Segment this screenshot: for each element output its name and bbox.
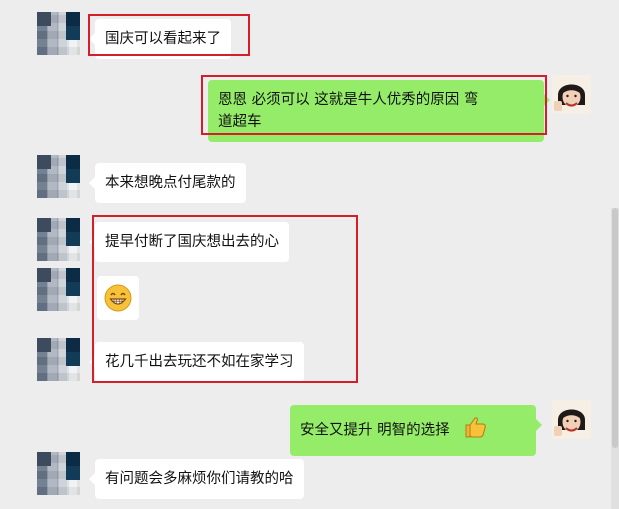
- message-text: 有问题会多麻烦你们请教的哈: [105, 471, 294, 487]
- grinning-face-icon: [104, 284, 132, 312]
- scrollbar-thumb[interactable]: [612, 208, 618, 448]
- message-bubble[interactable]: 国庆可以看起来了: [89, 19, 231, 59]
- message-text-line: 道超车: [218, 114, 262, 130]
- user-avatar[interactable]: [552, 400, 591, 439]
- message-bubble[interactable]: 花几千出去玩还不如在家学习: [89, 342, 304, 382]
- scrollbar[interactable]: [611, 208, 619, 509]
- contact-avatar[interactable]: [37, 338, 80, 381]
- message-text: 提早付断了国庆想出去的心: [105, 234, 279, 250]
- user-avatar-image: [552, 400, 591, 439]
- thumbs-up-icon: [462, 414, 488, 447]
- message-text: 花几千出去玩还不如在家学习: [105, 354, 294, 370]
- message-text-line: 恩恩 必须可以 这就是牛人优秀的原因 弯: [218, 92, 479, 108]
- message-bubble[interactable]: 本来想晚点付尾款的: [89, 163, 246, 203]
- message-bubble[interactable]: 提早付断了国庆想出去的心: [89, 222, 289, 262]
- contact-avatar[interactable]: [37, 268, 80, 311]
- message-bubble[interactable]: 安全又提升 明智的选择: [290, 405, 542, 456]
- message-text: 国庆可以看起来了: [105, 31, 221, 47]
- contact-avatar[interactable]: [37, 155, 80, 198]
- message-bubble[interactable]: 恩恩 必须可以 这就是牛人优秀的原因 弯 道超车: [208, 80, 550, 142]
- emoji-message[interactable]: [97, 276, 139, 320]
- user-avatar[interactable]: [552, 75, 591, 114]
- chat-window: 国庆可以看起来了 恩恩 必须可以 这就是牛人优秀的原因 弯 道超车 本来想晚点付…: [0, 0, 619, 509]
- message-text: 安全又提升 明智的选择: [300, 422, 450, 439]
- contact-avatar[interactable]: [37, 452, 80, 495]
- message-bubble[interactable]: 有问题会多麻烦你们请教的哈: [89, 459, 304, 499]
- user-avatar-image: [552, 75, 591, 114]
- contact-avatar[interactable]: [37, 218, 80, 261]
- contact-avatar[interactable]: [37, 12, 80, 55]
- message-text: 本来想晚点付尾款的: [105, 175, 236, 191]
